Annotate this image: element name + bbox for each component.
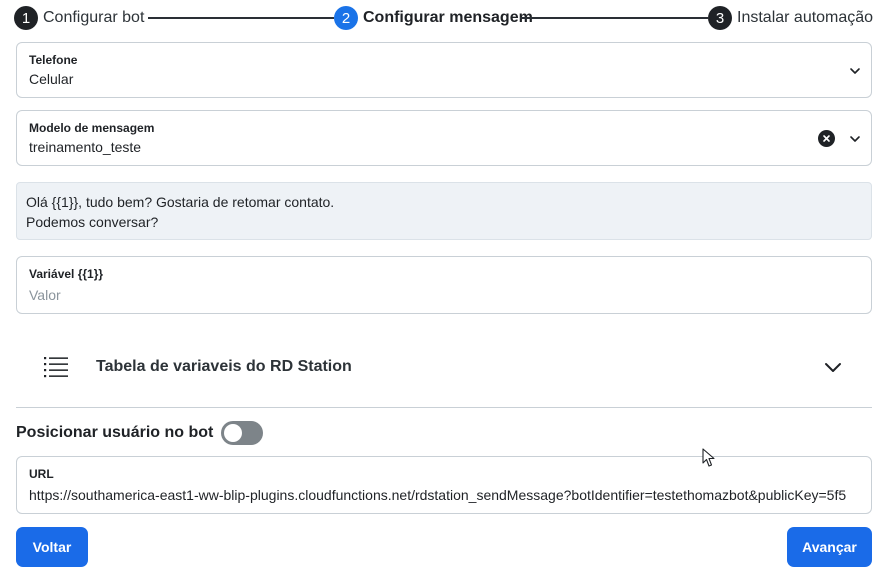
next-button[interactable]: Avançar <box>787 527 872 567</box>
url-label: URL <box>29 467 54 481</box>
url-field[interactable]: URL https://southamerica-east1-ww-blip-p… <box>16 456 872 514</box>
step-1-number: 1 <box>14 6 38 30</box>
step-1[interactable]: 1 Configurar bot <box>14 6 144 30</box>
position-user-row: Posicionar usuário no bot <box>16 421 264 445</box>
step-connector-2 <box>520 17 708 19</box>
chevron-down-icon[interactable] <box>849 65 861 77</box>
message-preview: Olá {{1}}, tudo bem? Gostaria de retomar… <box>16 182 872 240</box>
stepper: 1 Configurar bot 2 Configurar mensagem 3… <box>14 6 874 30</box>
message-line-2: Podemos conversar? <box>26 214 159 230</box>
chevron-down-icon[interactable] <box>824 360 842 374</box>
variable-input[interactable]: Valor <box>29 287 61 303</box>
variable-field[interactable]: Variável {{1}} Valor <box>16 256 872 314</box>
phone-select[interactable]: Telefone Celular <box>16 42 872 98</box>
position-user-label: Posicionar usuário no bot <box>16 424 214 441</box>
step-2[interactable]: 2 Configurar mensagem <box>334 6 533 30</box>
step-1-label: Configurar bot <box>43 9 145 26</box>
phone-value: Celular <box>29 71 74 87</box>
step-2-label: Configurar mensagem <box>363 9 533 26</box>
list-icon <box>44 357 68 378</box>
rd-variables-accordion[interactable]: Tabela de variaveis do RD Station <box>16 336 872 408</box>
template-select[interactable]: Modelo de mensagem treinamento_teste <box>16 110 872 166</box>
step-2-number: 2 <box>334 6 358 30</box>
url-value[interactable]: https://southamerica-east1-ww-blip-plugi… <box>29 487 859 503</box>
accordion-title: Tabela de variaveis do RD Station <box>96 358 352 375</box>
toggle-knob <box>224 424 243 442</box>
position-user-toggle[interactable] <box>221 421 264 445</box>
phone-label: Telefone <box>29 53 78 67</box>
step-3-label: Instalar automação <box>737 9 874 26</box>
step-connector-1 <box>148 17 334 19</box>
template-value: treinamento_teste <box>29 139 142 155</box>
step-3[interactable]: 3 Instalar automação <box>708 6 873 30</box>
variable-label: Variável {{1}} <box>29 267 104 281</box>
mouse-cursor-icon <box>702 448 715 467</box>
chevron-down-icon[interactable] <box>849 133 861 145</box>
back-button[interactable]: Voltar <box>16 527 88 567</box>
message-line-1: Olá {{1}}, tudo bem? Gostaria de retomar… <box>26 194 335 210</box>
step-3-number: 3 <box>708 6 732 30</box>
template-label: Modelo de mensagem <box>29 121 155 135</box>
clear-icon[interactable] <box>818 130 835 147</box>
